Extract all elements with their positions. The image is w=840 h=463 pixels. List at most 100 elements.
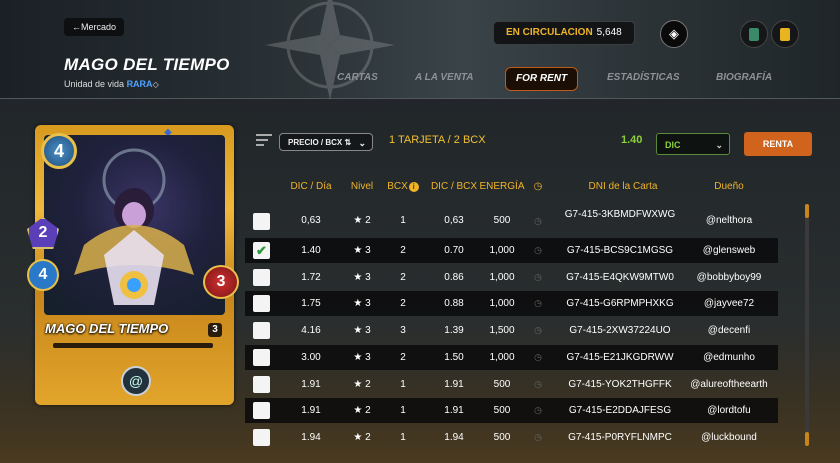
table-row[interactable]: 1.91 ★ 2 1 1.91 500 ◷ G7-415-YOK2THGFFK @alureo… bbox=[245, 372, 778, 397]
price-per-day: 3.00 bbox=[301, 352, 321, 363]
col-bcx[interactable]: BCX i bbox=[385, 181, 421, 192]
level-cell: ★ 3 bbox=[343, 238, 381, 263]
magic-attack-stat: 4 bbox=[27, 259, 59, 291]
table-row[interactable]: 1.94 ★ 2 1 1.94 500 ◷ G7-415-P0RYFLNMPC @luckbo… bbox=[245, 425, 778, 450]
price-per-day: 1.40 bbox=[301, 245, 321, 256]
table-row[interactable]: 1.91 ★ 2 1 1.91 500 ◷ G7-415-E2DDAJFESG @lordto… bbox=[245, 398, 778, 423]
table-row[interactable]: 0,63 ★ 2 1 0,63 500 ◷ G7-415-3KBMDFWXWG @neltho… bbox=[245, 207, 778, 235]
card-image: ◆ 4 2 4 3 MAGO DEL TIEMPO 3 @ bbox=[27, 125, 239, 405]
row-checkbox[interactable] bbox=[253, 376, 270, 393]
energy-cell: 500 bbox=[493, 379, 511, 390]
owner-cell[interactable]: @nelthora bbox=[681, 207, 777, 232]
clock-icon: ◷ bbox=[534, 216, 542, 226]
gold-view-toggle-button[interactable] bbox=[771, 20, 799, 48]
clock-icon: ◷ bbox=[534, 325, 542, 335]
owner-cell[interactable]: @glensweb bbox=[681, 238, 777, 263]
bcx-cell: 1 bbox=[400, 405, 406, 416]
bcx-cell: 2 bbox=[400, 272, 406, 283]
col-price-day[interactable]: DIC / Día bbox=[283, 181, 339, 192]
card-level-badge: 3 bbox=[208, 323, 222, 337]
table-row[interactable]: 1.72 ★ 3 2 0.86 1,000 ◷ G7-415-E4QKW9MTW0 @bobb… bbox=[245, 265, 778, 290]
level-value: 2 bbox=[365, 379, 371, 390]
tab-stats[interactable]: ESTADÍSTICAS bbox=[607, 67, 680, 89]
card-id[interactable]: G7-415-G6RPMPHXKG bbox=[550, 291, 690, 316]
card-id[interactable]: G7-415-E4QKW9MTW0 bbox=[550, 265, 690, 290]
clock-icon: ◷ bbox=[533, 181, 543, 192]
owner-cell[interactable]: @lordtofu bbox=[681, 398, 777, 423]
tab-for-sale[interactable]: A LA VENTA bbox=[415, 67, 474, 89]
card-id[interactable]: G7-415-BCS9C1MGSG bbox=[550, 238, 690, 263]
star-icon: ★ bbox=[353, 272, 363, 283]
tab-biography[interactable]: BIOGRAFÍA bbox=[716, 67, 772, 89]
col-energy[interactable]: ENERGÍA bbox=[477, 181, 527, 192]
level-value: 2 bbox=[365, 432, 371, 443]
arrow-left-icon: ← bbox=[72, 22, 81, 32]
sort-select[interactable]: PRECIO / BCX ⇅ ⌄ bbox=[279, 133, 373, 151]
table-row[interactable]: 3.00 ★ 3 2 1.50 1,000 ◷ G7-415-E21JKGDRWW @edmu… bbox=[245, 345, 778, 370]
currency-select[interactable]: DIC ⌄ bbox=[656, 133, 730, 155]
rent-button[interactable]: RENTA bbox=[744, 132, 812, 156]
table-scrollbar[interactable] bbox=[805, 204, 809, 446]
level-cell: ★ 3 bbox=[343, 265, 381, 290]
price-per-bcx: 0.86 bbox=[444, 272, 464, 283]
price-per-bcx: 0.70 bbox=[444, 245, 464, 256]
price-per-bcx: 0.88 bbox=[444, 298, 464, 309]
col-owner[interactable]: Dueño bbox=[689, 181, 769, 192]
card-view-toggle-button[interactable] bbox=[740, 20, 768, 48]
energy-cell: 500 bbox=[493, 432, 511, 443]
price-per-day: 0,63 bbox=[301, 215, 321, 226]
bcx-cell: 1 bbox=[400, 379, 406, 390]
back-to-market-button[interactable]: ←Mercado bbox=[64, 18, 125, 36]
price-per-day: 1.91 bbox=[301, 379, 321, 390]
table-row[interactable]: 1.75 ★ 3 2 0.88 1,000 ◷ G7-415-G6RPMPHXKG @jayv… bbox=[245, 291, 778, 316]
row-checkbox[interactable] bbox=[253, 402, 270, 419]
col-card-id[interactable]: DNI de la Carta bbox=[563, 181, 683, 192]
price-per-bcx: 1.91 bbox=[444, 379, 464, 390]
info-icon[interactable]: i bbox=[408, 182, 419, 192]
price-per-day: 1.94 bbox=[301, 432, 321, 443]
card-id[interactable]: G7-415-2XW37224UO bbox=[550, 318, 690, 343]
table-row[interactable]: 4.16 ★ 3 3 1.39 1,500 ◷ G7-415-2XW37224UO @dece… bbox=[245, 318, 778, 343]
tab-cards[interactable]: CARTAS bbox=[337, 67, 378, 89]
price-per-bcx: 1.50 bbox=[444, 352, 464, 363]
row-checkbox[interactable] bbox=[253, 212, 270, 230]
col-price-bcx[interactable]: DIC / BCX bbox=[427, 181, 481, 192]
level-value: 3 bbox=[365, 298, 371, 309]
star-icon: ★ bbox=[353, 298, 363, 309]
row-checkbox[interactable] bbox=[253, 269, 270, 286]
card-id[interactable]: G7-415-E21JKGDRWW bbox=[550, 345, 690, 370]
level-cell: ★ 2 bbox=[343, 372, 381, 397]
owner-cell[interactable]: @bobbyboy99 bbox=[681, 265, 777, 290]
owner-cell[interactable]: @edmunho bbox=[681, 345, 777, 370]
table-row[interactable]: ✔ 1.40 ★ 3 2 0.70 1,000 ◷ G7-415-BCS9C1MGSG @gle… bbox=[245, 238, 778, 263]
card-id[interactable]: G7-415-3KBMDFWXWG bbox=[550, 207, 690, 233]
health-stat: 3 bbox=[203, 265, 239, 299]
filter-icon[interactable] bbox=[256, 134, 272, 148]
circulation-label: EN CIRCULACION bbox=[506, 27, 593, 38]
currency-label: DIC bbox=[665, 140, 681, 150]
owner-cell[interactable]: @decenfi bbox=[681, 318, 777, 343]
clock-icon: ◷ bbox=[534, 245, 542, 255]
card-id[interactable]: G7-415-P0RYFLNMPC bbox=[550, 425, 690, 450]
bcx-cell: 1 bbox=[400, 215, 406, 226]
row-checkbox[interactable] bbox=[253, 295, 270, 312]
row-checkbox[interactable]: ✔ bbox=[253, 242, 270, 259]
tab-for-rent[interactable]: FOR RENT bbox=[505, 67, 579, 91]
level-value: 3 bbox=[365, 245, 371, 256]
card-id[interactable]: G7-415-E2DDAJFESG bbox=[550, 398, 690, 423]
mana-gem: 4 bbox=[41, 133, 77, 169]
card-id[interactable]: G7-415-YOK2THGFFK bbox=[550, 372, 690, 397]
circulation-value: 5,648 bbox=[596, 27, 622, 38]
owner-cell[interactable]: @jayvee72 bbox=[681, 291, 777, 316]
row-checkbox[interactable] bbox=[253, 429, 270, 446]
price-per-bcx: 1.39 bbox=[444, 325, 464, 336]
row-checkbox[interactable] bbox=[253, 349, 270, 366]
owner-cell[interactable]: @luckbound bbox=[681, 425, 777, 450]
row-checkbox[interactable] bbox=[253, 322, 270, 339]
scroll-thumb[interactable] bbox=[805, 204, 809, 218]
table-header: DIC / Día Nivel BCX i DIC / BCX ENERGÍA ◷… bbox=[245, 181, 805, 197]
owner-cell[interactable]: @alureoftheearth bbox=[681, 372, 777, 397]
chevron-down-icon: ⌄ bbox=[715, 140, 723, 150]
col-level[interactable]: Nivel bbox=[343, 181, 381, 192]
edition-logo-icon[interactable]: ◈ bbox=[660, 20, 688, 48]
